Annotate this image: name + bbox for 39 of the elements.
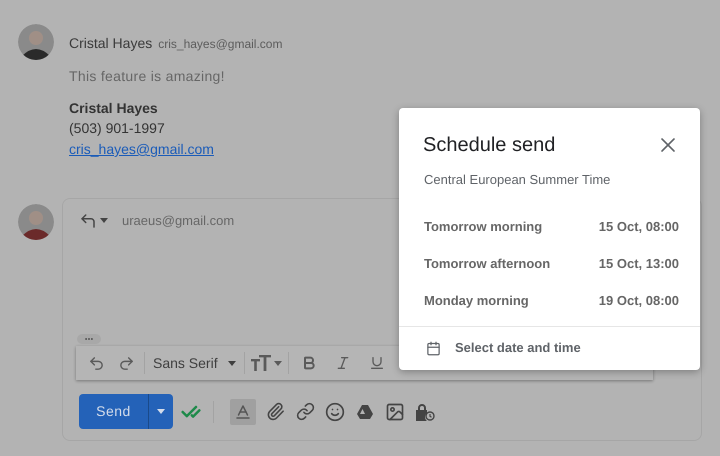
undo-icon <box>88 354 104 372</box>
timezone-label: Central European Summer Time <box>424 171 612 189</box>
font-size-button[interactable] <box>250 355 282 371</box>
schedule-option[interactable]: Tomorrow afternoon 15 Oct, 13:00 <box>399 246 700 282</box>
smiley-icon <box>325 402 345 422</box>
message-text: This feature is amazing! <box>69 67 226 86</box>
signature-phone: (503) 901-1997 <box>69 119 166 138</box>
font-dropdown[interactable]: Sans Serif <box>151 352 238 374</box>
signature-name: Cristal Hayes <box>69 99 159 118</box>
caret-icon <box>274 360 282 366</box>
image-icon <box>385 402 405 422</box>
more-options-icon[interactable] <box>77 334 101 344</box>
italic-icon <box>334 355 351 371</box>
lock-clock-icon <box>415 402 435 420</box>
sender-email: cris_hayes@gmail.com <box>158 36 282 53</box>
caret-icon <box>157 409 165 414</box>
schedule-option[interactable]: Tomorrow morning 15 Oct, 08:00 <box>399 208 700 246</box>
text-color-button[interactable] <box>230 398 256 424</box>
send-options-button[interactable] <box>148 394 173 429</box>
paperclip-icon <box>266 402 284 421</box>
signature-email-link[interactable]: cris_hayes@gmail.com <box>69 139 282 160</box>
avatar <box>18 204 54 240</box>
caret-icon <box>228 360 236 366</box>
select-date-time-button[interactable]: Select date and time <box>399 326 700 370</box>
sender-name: Cristal Hayes <box>69 34 152 53</box>
reply-type-button[interactable] <box>79 212 108 230</box>
text-size-icon <box>250 355 271 371</box>
link-icon <box>296 402 314 421</box>
dialog-title: Schedule send <box>423 133 556 158</box>
reply-icon <box>79 212 97 230</box>
caret-icon <box>100 218 108 224</box>
schedule-option[interactable]: Monday morning 19 Oct, 08:00 <box>399 282 700 320</box>
send-button[interactable]: Send <box>79 394 148 429</box>
recipient-email: uraeus@gmail.com <box>122 212 234 230</box>
avatar <box>18 24 54 60</box>
underline-icon <box>368 355 385 371</box>
text-color-icon <box>234 402 252 420</box>
redo-icon <box>118 354 134 372</box>
calendar-icon <box>426 340 441 356</box>
